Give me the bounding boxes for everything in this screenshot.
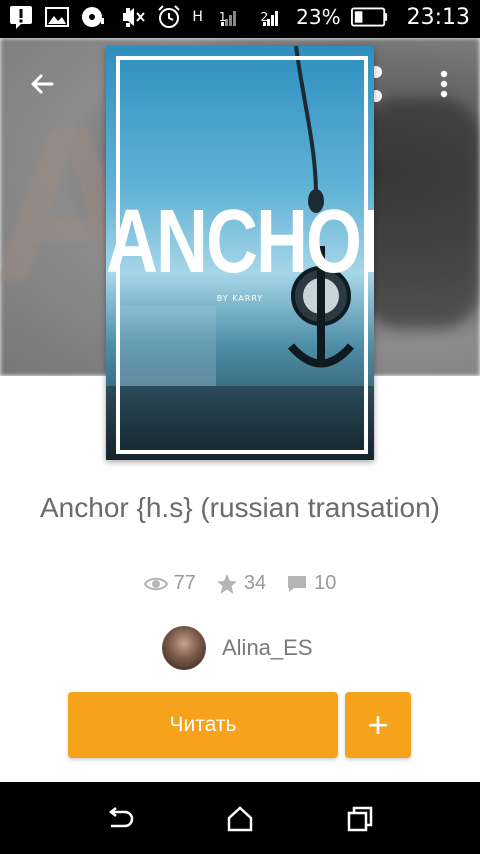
image-notification-icon [45,7,69,27]
back-arrow-icon [31,74,54,94]
home-nav-icon[interactable] [225,804,255,834]
comments-stat: 10 [286,572,336,595]
cover-byline: BY KARRY [216,294,264,303]
media-disc-icon [82,7,104,27]
sim1-label: 1 [218,10,227,24]
battery-percent: 23% [296,5,341,29]
author-name[interactable]: Alina_ES [222,635,313,661]
mute-icon [123,8,146,26]
more-options-button[interactable] [422,62,466,106]
book-stats: 77 34 10 [0,572,480,595]
votes-stat: 34 [216,572,266,595]
sim2-label: 2 [260,10,269,24]
book-title: Anchor {h.s} (russian transation) [40,492,440,523]
status-bar: H 1 2 23% 23:13 [0,0,480,38]
comments-count: 10 [314,572,337,594]
author-avatar[interactable] [162,626,206,670]
battery-icon [350,7,387,27]
network-type-label: H [192,9,203,25]
more-vert-icon [440,70,448,98]
eye-icon [143,577,168,590]
alarm-icon [158,5,181,28]
cover-title: ANCHOR [106,192,374,292]
star-icon [216,573,237,594]
recent-apps-nav-icon[interactable] [345,804,375,834]
system-nav-bar [0,782,480,854]
notification-alert-icon [10,6,32,29]
read-button[interactable]: Читать [68,692,338,758]
votes-count: 34 [243,572,267,594]
author-row[interactable]: Alina_ES [162,626,313,670]
add-to-library-button[interactable]: + [345,692,411,758]
views-count: 77 [173,572,196,594]
back-nav-icon[interactable] [105,804,135,834]
back-button[interactable] [20,62,64,106]
comment-icon [288,575,307,592]
views-stat: 77 [143,572,196,595]
book-cover[interactable]: ANCHOR BY KARRY [106,46,374,460]
backdrop-shadow [360,98,480,328]
clock: 23:13 [406,4,470,30]
